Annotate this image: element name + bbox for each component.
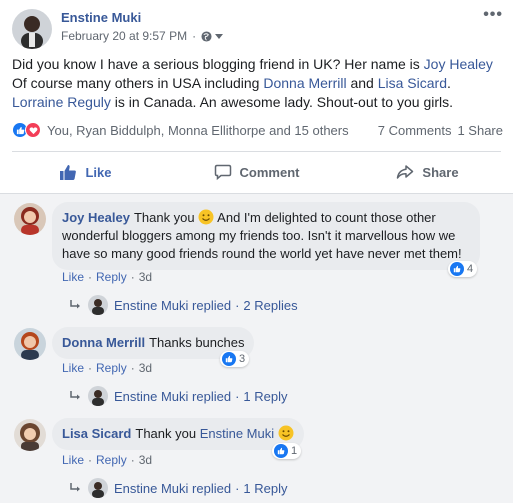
mention-joy-healey[interactable]: Joy Healey <box>424 56 493 72</box>
reply-arrow-icon <box>70 300 80 309</box>
replier-avatar <box>88 478 108 498</box>
mention-donna-merrill[interactable]: Donna Merrill <box>263 75 346 91</box>
share-label: Share <box>422 164 459 180</box>
like-reaction-icon <box>222 352 236 366</box>
share-icon <box>397 165 414 179</box>
author-name[interactable]: Enstine Muki <box>61 10 141 25</box>
reply-count: 1 Reply <box>243 480 288 496</box>
love-reaction-icon <box>25 122 41 138</box>
reaction-count: 1 <box>291 445 298 457</box>
commenter-avatar[interactable] <box>14 203 46 235</box>
meta-separator: · <box>192 29 197 43</box>
reply-arrow-icon <box>70 391 80 400</box>
post-meta: February 20 at 9:57 PM · <box>61 29 224 43</box>
like-reaction-icon <box>274 444 288 458</box>
replies-link[interactable]: Enstine Muki replied · 1 Reply <box>68 478 287 498</box>
commenter-name[interactable]: Joy Healey <box>62 210 130 225</box>
reply-count: 1 Reply <box>243 388 288 404</box>
comment-reactions[interactable]: 3 <box>220 351 250 367</box>
comment-actions: Like · Reply · 3d <box>62 270 153 284</box>
chevron-down-icon[interactable] <box>215 33 224 39</box>
post-text: is in Canada. An awesome lady. Shout-out… <box>110 94 453 110</box>
comment-button[interactable]: Comment <box>171 157 342 187</box>
post-text: and <box>346 75 378 91</box>
reply-author: Enstine Muki replied <box>114 480 232 496</box>
comment-time[interactable]: 3d <box>139 361 152 375</box>
mention-enstine-muki[interactable]: Enstine Muki <box>200 426 274 441</box>
comments-section: Joy Healey Thank you And I'm delighted to… <box>0 193 513 503</box>
comment-reactions[interactable]: 4 <box>448 261 478 277</box>
reaction-count: 3 <box>239 353 246 365</box>
comments-count[interactable]: 7 Comments <box>378 123 452 138</box>
like-label: Like <box>85 164 112 180</box>
replier-avatar <box>88 295 108 315</box>
reactions-summary[interactable]: You, Ryan Biddulph, Monna Ellithorpe and… <box>12 122 349 138</box>
smile-emoji-icon <box>278 425 294 441</box>
comment-label: Comment <box>239 164 300 180</box>
post-card: Enstine Muki February 20 at 9:57 PM · ••… <box>0 0 513 503</box>
comment-reply-link[interactable]: Reply <box>96 453 127 467</box>
thumbs-up-icon <box>60 165 77 180</box>
post-text: . <box>447 75 451 91</box>
comment-text: Thanks bunches <box>149 335 245 350</box>
comment-actions: Like · Reply · 3d <box>62 361 153 375</box>
comment-time[interactable]: 3d <box>139 270 152 284</box>
comment-reply-link[interactable]: Reply <box>96 361 127 375</box>
comment-bubble: Lisa Sicard Thank you Enstine Muki <box>52 418 304 450</box>
like-button[interactable]: Like <box>0 157 171 187</box>
reply-author: Enstine Muki replied <box>114 388 232 404</box>
comment-like-link[interactable]: Like <box>62 453 84 467</box>
commenter-name[interactable]: Donna Merrill <box>62 335 145 350</box>
replies-link[interactable]: Enstine Muki replied · 1 Reply <box>68 386 287 406</box>
commenter-avatar[interactable] <box>14 419 46 451</box>
comment-actions: Like · Reply · 3d <box>62 453 153 467</box>
engagement-counts: 7 Comments 1 Share <box>378 123 503 138</box>
reaction-count: 4 <box>467 263 474 275</box>
replies-link[interactable]: Enstine Muki replied · 2 Replies <box>68 295 298 315</box>
post-text: Of course many others in USA including <box>12 75 264 91</box>
divider <box>12 151 501 152</box>
shares-count[interactable]: 1 Share <box>457 123 503 138</box>
comment-reactions[interactable]: 1 <box>272 443 302 459</box>
share-button[interactable]: Share <box>342 157 513 187</box>
mention-lorraine-reguly[interactable]: Lorraine Reguly <box>12 94 111 110</box>
post-body: Did you know I have a serious blogging f… <box>12 55 502 112</box>
comment-icon <box>214 164 231 181</box>
comment-bubble: Joy Healey Thank you And I'm delighted to… <box>52 202 480 270</box>
reply-arrow-icon <box>70 483 80 492</box>
comment-text: Thank you <box>133 210 195 225</box>
more-dots-icon[interactable]: ••• <box>483 6 503 24</box>
post-timestamp[interactable]: February 20 at 9:57 PM <box>61 29 187 43</box>
comment-like-link[interactable]: Like <box>62 270 84 284</box>
comment-time[interactable]: 3d <box>139 453 152 467</box>
commenter-name[interactable]: Lisa Sicard <box>62 426 131 441</box>
action-bar: Like Comment Share <box>0 157 513 187</box>
mention-lisa-sicard[interactable]: Lisa Sicard <box>378 75 447 91</box>
like-reaction-icon <box>450 262 464 276</box>
smile-emoji-icon <box>198 209 214 225</box>
reaction-names[interactable]: You, Ryan Biddulph, Monna Ellithorpe and… <box>47 123 349 138</box>
comment-like-link[interactable]: Like <box>62 361 84 375</box>
commenter-avatar[interactable] <box>14 328 46 360</box>
reply-author: Enstine Muki replied <box>114 297 232 313</box>
post-text: Did you know I have a serious blogging f… <box>12 56 424 72</box>
comment-reply-link[interactable]: Reply <box>96 270 127 284</box>
comment-text: Thank you <box>135 426 197 441</box>
globe-icon <box>201 30 212 42</box>
replier-avatar <box>88 386 108 406</box>
author-avatar[interactable] <box>12 9 52 49</box>
reply-count: 2 Replies <box>243 297 298 313</box>
